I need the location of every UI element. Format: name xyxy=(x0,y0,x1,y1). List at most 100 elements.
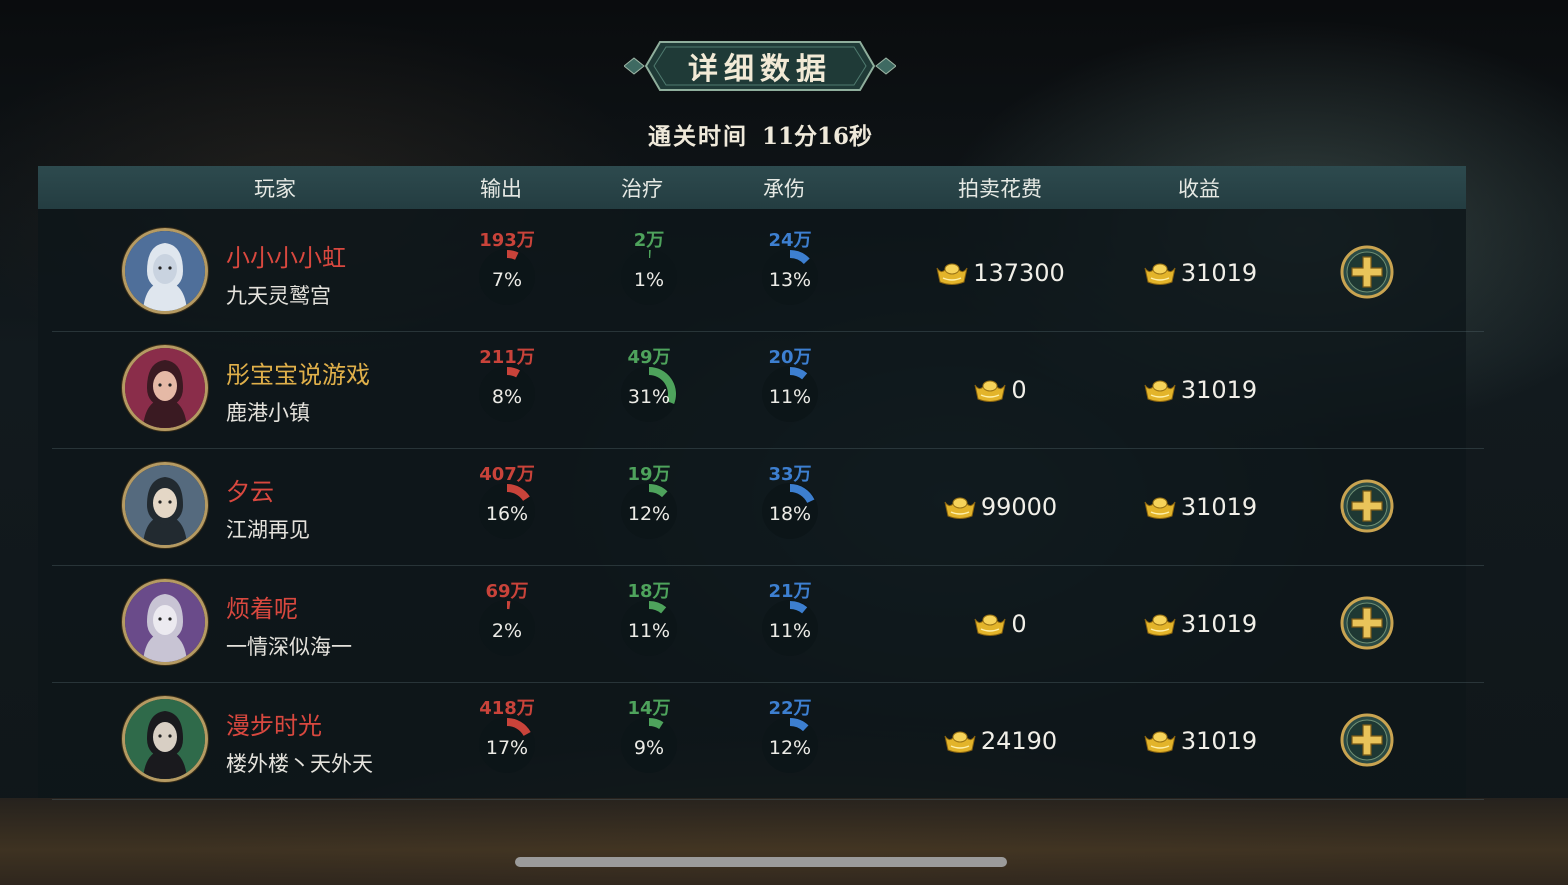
player-avatar[interactable] xyxy=(122,579,208,665)
player-avatar[interactable] xyxy=(122,462,208,548)
player-guild: 楼外楼丶天外天 xyxy=(226,752,373,776)
background-scene xyxy=(0,798,1568,885)
player-name: 漫步时光 xyxy=(226,712,322,740)
plus-icon xyxy=(1340,596,1394,650)
stat-heal-arc xyxy=(648,718,664,730)
player-row: 漫步时光 楼外楼丶天外天 418万 17% 14万 9% 22万 12% 24190 31019 xyxy=(52,682,1484,800)
gold-ingot-icon xyxy=(974,614,1006,636)
auction-cost: 0 xyxy=(973,375,1027,405)
gold-ingot-icon xyxy=(1144,614,1176,636)
player-name: 夕云 xyxy=(226,478,274,506)
stat-output-percent: 2% xyxy=(491,620,523,642)
clear-time: 通关时间 11分16秒 xyxy=(560,116,960,152)
stat-output: 418万 17% xyxy=(462,690,552,790)
player-guild: 九天灵鹫宫 xyxy=(226,284,331,308)
add-friend-button[interactable] xyxy=(1340,245,1394,299)
income-value: 31019 xyxy=(1180,493,1258,521)
player-row: 彤宝宝说游戏鹿港小镇 211万 8% 49万 31% 20万 11% 0 31019 xyxy=(52,331,1484,449)
stat-taken-percent: 12% xyxy=(768,737,812,759)
stat-taken-percent: 11% xyxy=(768,386,812,408)
player-avatar[interactable] xyxy=(122,696,208,782)
add-friend-button[interactable] xyxy=(1340,713,1394,767)
header-taken: 承伤 xyxy=(763,176,805,201)
stat-taken: 24万 13% xyxy=(745,222,835,322)
income-value: 31019 xyxy=(1180,610,1258,638)
auction-cost-value: 99000 xyxy=(980,493,1058,521)
stat-taken: 20万 11% xyxy=(745,339,835,439)
stat-heal: 19万 12% xyxy=(604,456,694,556)
stat-output: 193万 7% xyxy=(462,222,552,322)
portrait-image xyxy=(125,582,205,662)
player-name: 彤宝宝说游戏 xyxy=(226,361,370,389)
portrait-image xyxy=(125,699,205,779)
income: 31019 xyxy=(1143,492,1257,522)
clear-time-label: 通关时间 xyxy=(647,123,748,150)
player-avatar[interactable] xyxy=(122,228,208,314)
gold-ingot-icon xyxy=(1144,380,1176,402)
player-guild: 江湖再见 xyxy=(226,518,310,542)
player-row: 烦着呢一情深似海一 69万 2% 18万 11% 21万 11% 0 31019 xyxy=(52,565,1484,683)
stat-taken: 21万 11% xyxy=(745,573,835,673)
player-name: 小小小小虹 xyxy=(226,244,346,272)
stat-output: 69万 2% xyxy=(462,573,552,673)
auction-cost: 137300 xyxy=(935,258,1065,288)
stat-output: 407万 16% xyxy=(462,456,552,556)
title-banner: 详细数据 xyxy=(624,40,896,92)
header-auction-cost: 拍卖花费 xyxy=(958,176,1042,201)
gold-ingot-icon xyxy=(1144,263,1176,285)
stat-heal: 18万 11% xyxy=(604,573,694,673)
stat-output-arc xyxy=(506,367,521,378)
stat-heal-percent: 9% xyxy=(633,737,665,759)
header-heal: 治疗 xyxy=(621,176,663,201)
auction-cost: 99000 xyxy=(943,492,1057,522)
stat-heal-percent: 31% xyxy=(627,386,671,408)
stat-taken: 33万 18% xyxy=(745,456,835,556)
income: 31019 xyxy=(1143,258,1257,288)
player-row: 夕云江湖再见 407万 16% 19万 12% 33万 18% 99000 31019 xyxy=(52,448,1484,566)
add-friend-button[interactable] xyxy=(1340,479,1394,533)
gold-ingot-icon xyxy=(1144,497,1176,519)
gold-ingot-icon xyxy=(944,731,976,753)
stat-output-arc xyxy=(506,250,519,260)
auction-cost-value: 0 xyxy=(1011,376,1027,404)
player-avatar[interactable] xyxy=(122,345,208,431)
auction-cost: 24190 xyxy=(943,726,1057,756)
header-output: 输出 xyxy=(480,176,522,201)
gold-ingot-icon xyxy=(974,380,1006,402)
header-income: 收益 xyxy=(1178,176,1220,201)
stat-taken: 22万 12% xyxy=(745,690,835,790)
auction-cost-value: 0 xyxy=(1011,610,1027,638)
income-value: 31019 xyxy=(1180,259,1258,287)
stat-heal-percent: 12% xyxy=(627,503,671,525)
clear-time-value: 11分16秒 xyxy=(761,123,872,150)
stat-heal: 49万 31% xyxy=(604,339,694,439)
stat-output: 211万 8% xyxy=(462,339,552,439)
gold-ingot-icon xyxy=(1144,731,1176,753)
player-name: 烦着呢 xyxy=(226,595,298,623)
detailed-stats-screen: 详细数据 通关时间 11分16秒 玩家 输出 治疗 承伤 拍卖花费 收益 小小小… xyxy=(0,0,1568,885)
income-value: 31019 xyxy=(1180,727,1258,755)
add-friend-button[interactable] xyxy=(1340,596,1394,650)
portrait-image xyxy=(125,465,205,545)
gold-ingot-icon xyxy=(936,263,968,285)
auction-cost-value: 24190 xyxy=(980,727,1058,755)
home-indicator[interactable] xyxy=(515,857,1007,867)
table-header: 玩家 输出 治疗 承伤 拍卖花费 收益 xyxy=(38,166,1466,209)
auction-cost-value: 137300 xyxy=(973,259,1065,287)
stat-taken-percent: 13% xyxy=(768,269,812,291)
page-title: 详细数据 xyxy=(688,52,832,87)
stat-output-percent: 16% xyxy=(485,503,529,525)
stat-taken-percent: 18% xyxy=(768,503,812,525)
stat-heal-percent: 1% xyxy=(633,269,665,291)
stat-output-percent: 7% xyxy=(491,269,523,291)
portrait-image xyxy=(125,231,205,311)
header-player: 玩家 xyxy=(254,176,296,201)
player-row: 小小小小虹 九天灵鹫宫 193万 7% 2万 1% 24万 13% 137300 31019 xyxy=(52,214,1484,332)
income-value: 31019 xyxy=(1180,376,1258,404)
income: 31019 xyxy=(1143,726,1257,756)
player-guild: 鹿港小镇 xyxy=(226,401,310,425)
player-guild: 一情深似海一 xyxy=(226,635,352,659)
stat-output-percent: 17% xyxy=(485,737,529,759)
gold-ingot-icon xyxy=(944,497,976,519)
plus-icon xyxy=(1340,479,1394,533)
